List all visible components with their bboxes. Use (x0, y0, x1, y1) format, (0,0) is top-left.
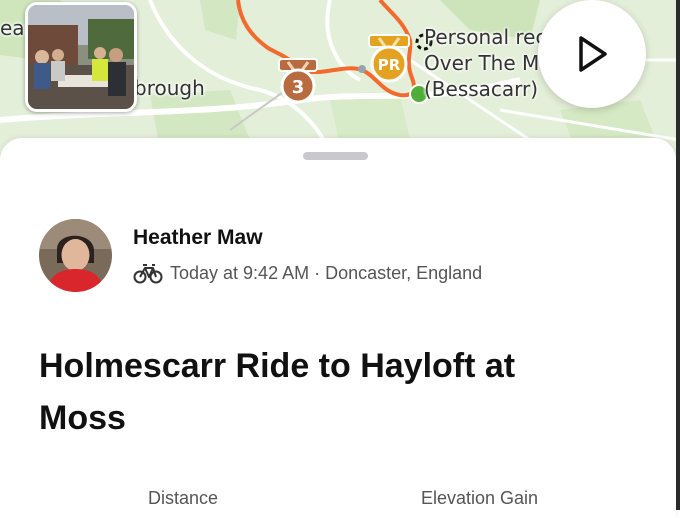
map-poi-label: Personal rec Over The M (Bessacarr) (424, 25, 547, 101)
route-map[interactable]: ear brough Personal rec Over The M (Bess… (0, 0, 680, 160)
athlete-name[interactable]: Heather Maw (133, 226, 263, 250)
athlete-avatar[interactable] (39, 219, 112, 292)
bike-icon (133, 264, 163, 284)
svg-text:3: 3 (292, 77, 305, 98)
avatar-image (39, 219, 112, 292)
elevation-gain-label: Elevation Gain (421, 488, 539, 508)
personal-record-badge-icon[interactable]: PR (366, 32, 412, 84)
svg-text:PR: PR (378, 56, 401, 74)
segment-rank-badge-icon[interactable]: 3 (276, 56, 320, 106)
distance-label: Distance (148, 488, 219, 508)
activity-meta: Today at 9:42 AM · Doncaster, England (133, 262, 482, 284)
group-photo (28, 5, 134, 109)
sheet-drag-handle[interactable] (303, 152, 368, 160)
play-icon (579, 36, 607, 72)
activity-title: Holmescarr Ride to Hayloft at Moss (39, 347, 516, 437)
map-place-label: brough (134, 76, 205, 100)
activity-photo-thumbnail[interactable] (25, 2, 137, 112)
play-flyover-button[interactable] (538, 0, 646, 108)
activity-detail-sheet[interactable]: Heather Maw Today at 9:42 AM · Doncaster… (0, 138, 676, 518)
window-edge (676, 0, 680, 510)
activity-time-location: Today at 9:42 AM · Doncaster, England (170, 262, 483, 283)
